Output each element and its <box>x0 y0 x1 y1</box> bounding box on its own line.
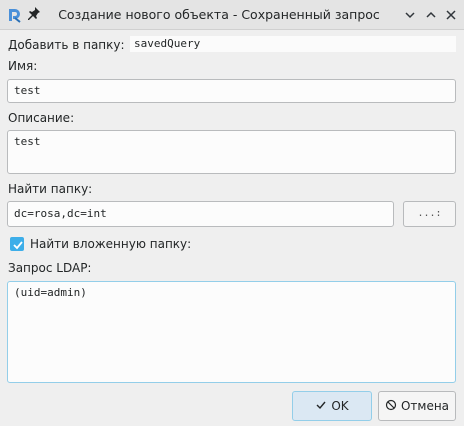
chevron-up-icon <box>426 11 436 18</box>
nested-folder-checkbox[interactable] <box>10 237 24 251</box>
name-label: Имя: <box>8 59 38 73</box>
close-icon <box>446 10 456 20</box>
close-button[interactable] <box>441 5 461 25</box>
search-folder-label: Найти папку: <box>8 182 93 196</box>
cancel-button[interactable]: Отмена <box>378 391 456 421</box>
checkmark-icon <box>13 241 23 250</box>
ok-button-label: OK <box>331 399 349 413</box>
description-textarea[interactable]: test <box>7 130 456 174</box>
search-folder-input[interactable]: dc=rosa,dc=int <box>7 201 394 227</box>
name-input[interactable]: test <box>7 79 456 103</box>
add-to-folder-label: Добавить в папку: <box>8 38 125 52</box>
cancel-button-label: Отмена <box>400 399 450 413</box>
maximize-button[interactable] <box>421 5 441 25</box>
pin-icon[interactable] <box>27 6 43 24</box>
nested-folder-label[interactable]: Найти вложенную папку: <box>30 237 191 251</box>
browse-folder-button[interactable]: ...: <box>403 201 456 227</box>
ok-button[interactable]: OK <box>292 391 372 421</box>
title-bar: Создание нового объекта - Сохраненный за… <box>0 0 464 30</box>
app-logo-icon[interactable] <box>6 7 22 23</box>
add-to-folder-value: savedQuery <box>130 36 456 52</box>
ldap-query-label: Запрос LDAP: <box>8 261 92 275</box>
chevron-down-icon <box>405 12 415 19</box>
ldap-query-textarea[interactable]: (uid=admin) <box>7 281 456 383</box>
window-title: Создание нового объекта - Сохраненный за… <box>58 7 380 22</box>
minimize-button[interactable] <box>400 5 420 25</box>
cancel-icon <box>385 399 397 411</box>
description-label: Описание: <box>8 111 75 125</box>
checkmark-icon <box>316 401 326 410</box>
